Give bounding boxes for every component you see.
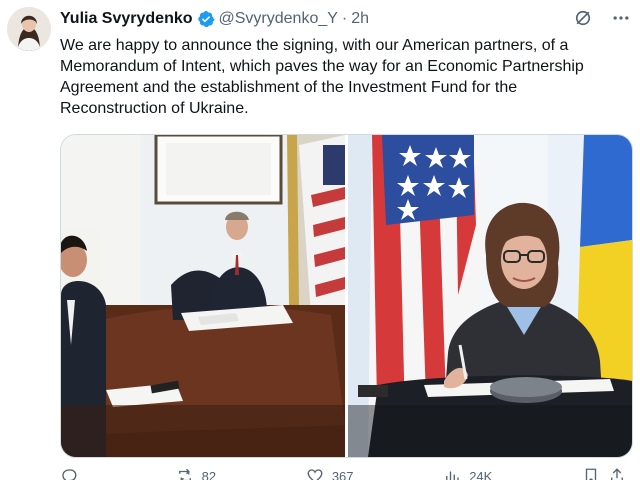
- tweet[interactable]: Yulia Svyrydenko @Svyrydenko_Y · 2h We a…: [0, 0, 640, 480]
- separator-dot: ·: [341, 10, 348, 27]
- more-options-icon[interactable]: [610, 7, 632, 29]
- reply-button[interactable]: [60, 466, 86, 480]
- bookmark-icon[interactable]: [582, 467, 600, 480]
- author-name[interactable]: Yulia Svyrydenko: [60, 10, 193, 28]
- tweet-header: Yulia Svyrydenko @Svyrydenko_Y · 2h: [60, 8, 369, 30]
- repost-button[interactable]: 82: [176, 466, 216, 480]
- avatar-image: [7, 7, 51, 51]
- grok-icon[interactable]: [572, 7, 594, 29]
- views-button[interactable]: 24K: [443, 466, 492, 480]
- avatar[interactable]: [7, 7, 51, 51]
- photo-right[interactable]: [348, 135, 632, 457]
- photo-right-image: [348, 135, 632, 457]
- like-count: 367: [331, 468, 354, 480]
- like-button[interactable]: 367: [306, 466, 354, 480]
- share-group: [582, 466, 626, 480]
- action-bar: 82 367 24K: [60, 466, 626, 480]
- top-actions: [572, 7, 632, 29]
- author-handle[interactable]: @Svyrydenko_Y: [219, 10, 338, 28]
- media-grid: [60, 134, 633, 458]
- tweet-text: We are happy to announce the signing, wi…: [60, 37, 584, 117]
- photo-left-image: [61, 135, 345, 457]
- heart-icon: [307, 469, 323, 480]
- photo-left[interactable]: [61, 135, 345, 457]
- repost-icon: [178, 468, 191, 480]
- share-icon[interactable]: [608, 467, 626, 480]
- verified-badge-icon: [197, 10, 215, 28]
- timestamp[interactable]: 2h: [351, 10, 369, 28]
- views-icon: [446, 471, 459, 480]
- reply-icon: [62, 469, 77, 480]
- repost-count: 82: [201, 468, 217, 480]
- views-count: 24K: [469, 468, 493, 480]
